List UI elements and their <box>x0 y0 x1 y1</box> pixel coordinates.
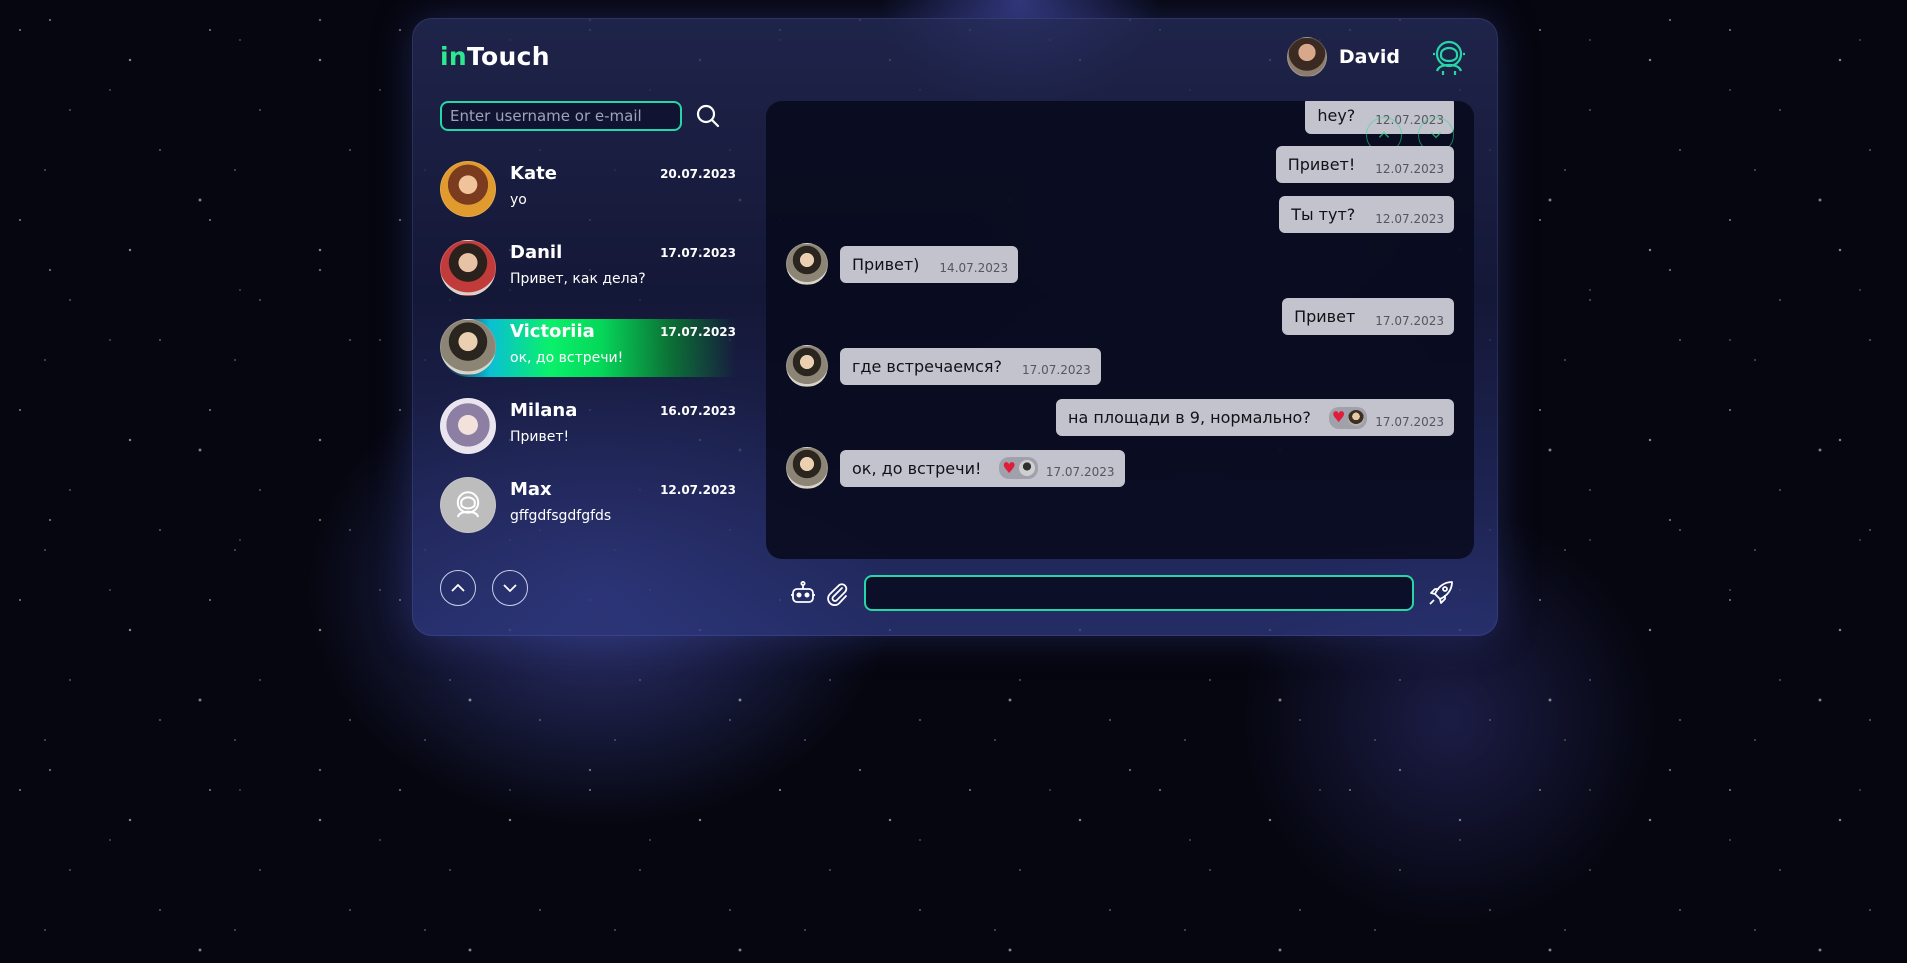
message-outgoing[interactable]: Ты тут? 12.07.2023 <box>1279 196 1454 233</box>
chevron-up-icon <box>1378 131 1390 138</box>
contact-date: 17.07.2023 <box>660 246 736 260</box>
contact-last-message: ок, до встречи! <box>510 350 624 366</box>
message-bubble: Ты тут? 12.07.2023 <box>1279 196 1454 233</box>
contact-name: Danil <box>510 242 563 263</box>
message-outgoing[interactable]: Привет 17.07.2023 <box>1282 298 1454 335</box>
contact-date: 16.07.2023 <box>660 404 736 418</box>
reactor-avatar <box>1348 409 1365 426</box>
message-time: 17.07.2023 <box>1375 313 1444 328</box>
message-outgoing[interactable]: на площади в 9, нормально? ♥ 17.07.2023 <box>1056 399 1454 436</box>
message-outgoing[interactable]: Привет! 12.07.2023 <box>1275 146 1454 183</box>
contact-item-max[interactable]: Max 12.07.2023 gffgdfsgdfgfds <box>440 477 736 535</box>
message-text: Ты тут? <box>1291 205 1356 224</box>
message-text: Привет <box>1294 307 1356 326</box>
scroll-up-button[interactable] <box>440 570 476 606</box>
search-input[interactable] <box>440 101 682 131</box>
contact-last-message: Привет! <box>510 429 570 445</box>
message-bubble: ок, до встречи! ♥ 17.07.2023 <box>840 449 1125 487</box>
contact-item-milana[interactable]: Milana 16.07.2023 Привет! <box>440 398 736 456</box>
message-text: Привет! <box>1287 155 1356 174</box>
message-incoming[interactable]: где встречаемся? 17.07.2023 <box>786 345 1101 387</box>
message-bubble: на площади в 9, нормально? ♥ 17.07.2023 <box>1056 399 1454 436</box>
contact-item-kate[interactable]: Kate 20.07.2023 yo <box>440 161 736 219</box>
contact-date: 12.07.2023 <box>660 483 736 497</box>
heart-icon: ♥ <box>1002 458 1016 477</box>
robot-icon[interactable] <box>786 576 820 610</box>
chevron-down-icon <box>503 584 517 593</box>
reactor-avatar <box>1018 460 1035 476</box>
message-time: 12.07.2023 <box>1375 211 1444 226</box>
message-input[interactable] <box>864 575 1414 611</box>
message-bubble: Привет 17.07.2023 <box>1282 298 1454 335</box>
message-time: 17.07.2023 <box>1022 363 1091 377</box>
message-bubble: Привет! 12.07.2023 <box>1275 146 1454 183</box>
search-bar <box>440 101 722 131</box>
contact-avatar <box>440 319 496 375</box>
contact-name: Milana <box>510 400 578 421</box>
contact-last-message: yo <box>510 192 527 208</box>
contact-last-message: Привет, как дела? <box>510 271 646 287</box>
current-user: David <box>1286 36 1470 78</box>
message-time: 12.07.2023 <box>1375 161 1444 176</box>
contact-item-victoriia[interactable]: Victoriia 17.07.2023 ок, до встречи! <box>440 319 736 377</box>
message-incoming[interactable]: ок, до встречи! ♥ 17.07.2023 <box>786 447 1125 489</box>
message-bubble: где встречаемся? 17.07.2023 <box>840 347 1101 385</box>
user-name: David <box>1338 46 1400 68</box>
contact-name: Kate <box>510 163 557 184</box>
contact-item-danil[interactable]: Danil 17.07.2023 Привет, как дела? <box>440 240 736 298</box>
paperclip-icon[interactable] <box>820 576 854 610</box>
message-bubble: Привет) 14.07.2023 <box>840 245 1019 283</box>
scroll-down-button[interactable] <box>492 570 528 606</box>
message-text: на площади в 9, нормально? <box>1068 408 1311 427</box>
message-reactions[interactable]: ♥ <box>999 457 1038 479</box>
sender-avatar <box>786 243 828 285</box>
message-time: 17.07.2023 <box>1375 414 1444 429</box>
logo-in: in <box>440 42 467 71</box>
message-composer <box>786 573 1476 613</box>
chevron-up-icon <box>451 583 465 592</box>
message-text: ок, до встречи! <box>852 458 982 478</box>
message-time: 14.07.2023 <box>939 261 1009 275</box>
contact-name: Victoriia <box>510 321 595 342</box>
contact-last-message: gffgdfsgdfgfds <box>510 508 612 524</box>
contact-list-pager <box>440 570 544 606</box>
contact-avatar <box>440 161 496 217</box>
search-icon[interactable] <box>694 102 722 130</box>
app-logo: inTouch <box>440 42 550 71</box>
sender-avatar <box>786 447 828 489</box>
rocket-icon[interactable] <box>1424 576 1458 610</box>
contact-avatar <box>440 398 496 454</box>
contact-name: Max <box>510 479 552 500</box>
message-reactions[interactable]: ♥ <box>1328 406 1368 429</box>
contact-date: 20.07.2023 <box>660 167 736 181</box>
logo-touch: Touch <box>466 42 550 71</box>
sender-avatar <box>786 345 828 387</box>
contact-list: Kate 20.07.2023 yo Danil 17.07.2023 Прив… <box>440 161 736 556</box>
contact-avatar <box>440 477 496 533</box>
user-avatar[interactable] <box>1286 37 1327 77</box>
message-text: Привет) <box>852 254 920 274</box>
chevron-down-icon <box>1430 132 1442 139</box>
contact-avatar <box>440 240 496 296</box>
message-text: где встречаемся? <box>852 356 1003 376</box>
astronaut-icon <box>456 491 480 518</box>
contact-date: 17.07.2023 <box>660 325 736 339</box>
message-time: 17.07.2023 <box>1045 465 1115 479</box>
astronaut-icon[interactable] <box>1428 36 1470 78</box>
message-incoming[interactable]: Привет) 14.07.2023 <box>786 243 1019 285</box>
chat-area[interactable]: hey? 12.07.2023 Привет! 12.07.2023 Ты ту… <box>766 101 1474 559</box>
messenger-window: inTouch David Kate <box>412 18 1498 636</box>
heart-icon: ♥ <box>1331 408 1346 426</box>
